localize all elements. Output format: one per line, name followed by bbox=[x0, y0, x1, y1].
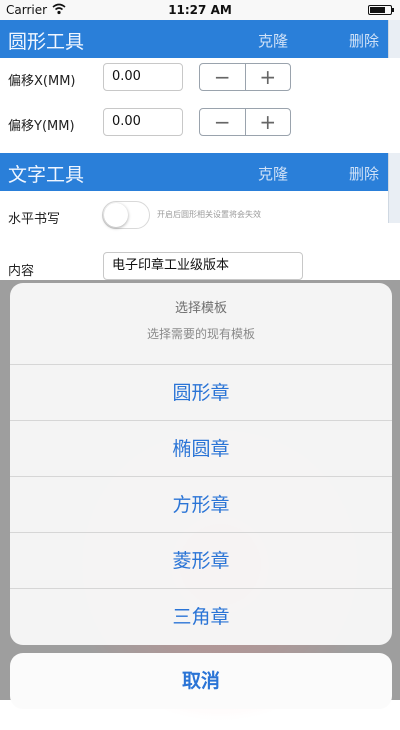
status-bar: Carrier 11:27 AM bbox=[0, 0, 400, 20]
option-ellipse-stamp[interactable]: 椭圆章 bbox=[10, 420, 392, 476]
offset-y-increment-button[interactable]: + bbox=[244, 109, 291, 135]
horizontal-writing-toggle[interactable] bbox=[102, 201, 150, 229]
toggle-knob bbox=[104, 203, 128, 227]
option-circle-stamp[interactable]: 圆形章 bbox=[10, 364, 392, 420]
circle-delete-button[interactable]: 删除 bbox=[349, 30, 379, 51]
toggle-hint: 开启后圆形相关设置将会失效 bbox=[157, 210, 261, 219]
option-triangle-stamp[interactable]: 三角章 bbox=[10, 588, 392, 644]
sheet-message: 选择需要的现有模板 bbox=[146, 327, 255, 341]
circle-tool-header: 圆形工具 克隆 删除 bbox=[0, 20, 388, 58]
offset-x-field[interactable]: 0.00 bbox=[103, 63, 183, 91]
sheet-title: 选择模板 bbox=[174, 301, 227, 316]
option-square-stamp[interactable]: 方形章 bbox=[10, 476, 392, 532]
offset-x-label: 偏移X(MM) bbox=[8, 74, 76, 89]
offset-y-field[interactable]: 0.00 bbox=[103, 108, 183, 136]
offset-y-label: 偏移Y(MM) bbox=[8, 119, 75, 134]
horizontal-writing-label: 水平书写 bbox=[8, 212, 61, 227]
text-clone-button[interactable]: 克隆 bbox=[258, 163, 288, 184]
offset-x-stepper[interactable]: − + bbox=[199, 63, 291, 91]
content-field[interactable]: 电子印章工业级版本 bbox=[103, 252, 303, 280]
offset-y-stepper[interactable]: − + bbox=[199, 108, 291, 136]
cancel-button[interactable]: 取消 bbox=[10, 653, 392, 709]
circle-tool-title: 圆形工具 bbox=[8, 31, 85, 53]
offset-x-decrement-button[interactable]: − bbox=[200, 64, 245, 90]
battery-icon bbox=[368, 5, 394, 15]
offset-y-decrement-button[interactable]: − bbox=[200, 109, 245, 135]
side-panel-edge bbox=[388, 153, 400, 223]
text-tool-header: 文字工具 克隆 删除 bbox=[0, 153, 388, 191]
clock: 11:27 AM bbox=[168, 3, 232, 17]
content-label: 内容 bbox=[8, 264, 35, 279]
text-tool-title: 文字工具 bbox=[8, 164, 85, 186]
text-delete-button[interactable]: 删除 bbox=[349, 163, 379, 184]
circle-clone-button[interactable]: 克隆 bbox=[258, 30, 288, 51]
side-panel-edge bbox=[388, 20, 400, 58]
offset-x-increment-button[interactable]: + bbox=[244, 64, 291, 90]
option-diamond-stamp[interactable]: 菱形章 bbox=[10, 532, 392, 588]
template-action-sheet: 选择模板 选择需要的现有模板 圆形章 椭圆章 方形章 菱形章 三角章 bbox=[10, 283, 392, 645]
